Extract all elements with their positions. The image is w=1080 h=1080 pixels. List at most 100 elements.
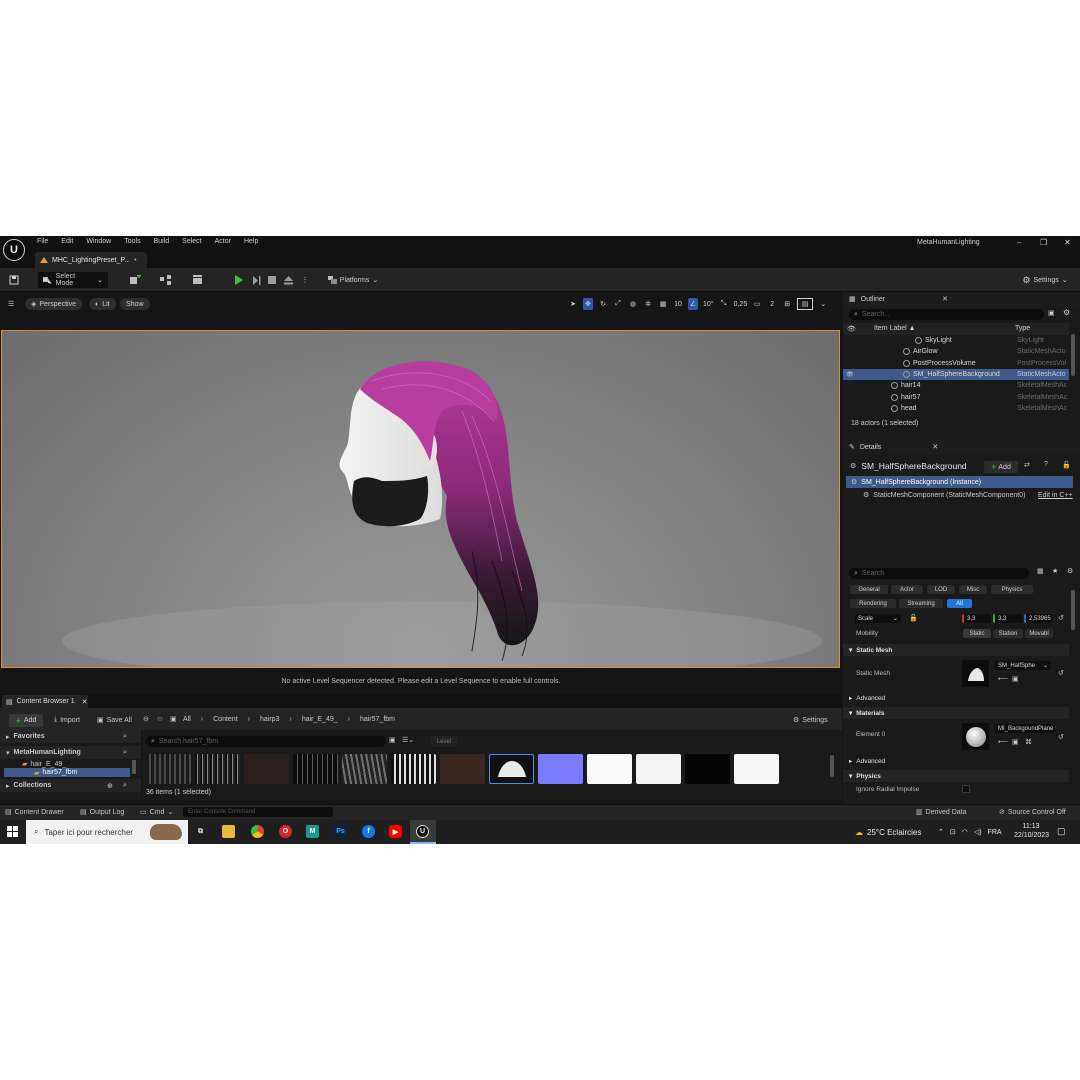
asset-thumbnail[interactable] xyxy=(391,754,436,784)
cinematics-icon[interactable] xyxy=(188,272,210,288)
photoshop-icon[interactable]: Ps xyxy=(334,825,347,838)
close-tab-icon[interactable]: ✕ xyxy=(932,443,938,451)
folder-icon[interactable]: ▣ xyxy=(170,715,177,723)
settings-dropdown[interactable]: ⚙ Settings ⌄ xyxy=(1018,272,1072,288)
menu-build[interactable]: Build xyxy=(154,238,170,245)
rotation-snap-value[interactable]: 10° xyxy=(703,298,714,310)
material-options-icon[interactable]: ⌘ xyxy=(1025,738,1032,746)
move-tool-icon[interactable]: ✥ xyxy=(583,298,593,310)
physics-section[interactable]: ▾ Physics xyxy=(843,770,1069,782)
mobility-static[interactable]: Static xyxy=(963,629,991,638)
search-icon[interactable]: ⌕ xyxy=(123,733,127,741)
filter-icon[interactable]: ☰⌄ xyxy=(402,736,414,744)
save-all-button[interactable]: ▣ Save All xyxy=(97,716,132,725)
tree-folder-hair57[interactable]: ▰ hair57_fbm xyxy=(4,768,130,777)
asset-thumbnail[interactable] xyxy=(342,754,387,784)
table-view-icon[interactable]: ▦ xyxy=(1037,567,1044,575)
details-scrollbar[interactable] xyxy=(1071,590,1075,630)
perspective-button[interactable]: ◈ Perspective xyxy=(25,298,82,310)
collections-header[interactable]: ▸ Collections ⊕ ⌕ xyxy=(0,779,141,792)
level-tab[interactable]: MHC_LightingPreset_P... • xyxy=(35,252,147,268)
grid-snap-icon[interactable]: ▦ xyxy=(658,298,668,310)
content-browser-tab[interactable]: ▤ Content Browser 1 ✕ xyxy=(2,695,88,708)
add-actor-icon[interactable] xyxy=(125,272,147,288)
lit-button[interactable]: ◐ Lit xyxy=(89,298,116,310)
level-viewport[interactable] xyxy=(1,330,840,668)
menu-select[interactable]: Select xyxy=(182,238,201,245)
outliner-row[interactable]: hair57 SkeletalMeshAc xyxy=(843,392,1069,403)
chevron-up-icon[interactable]: ⌃ xyxy=(938,828,944,836)
chevron-down-icon[interactable]: ⌄ xyxy=(818,298,828,310)
language-indicator[interactable]: FRA xyxy=(988,829,1002,836)
youtube-icon[interactable]: ▶ xyxy=(389,825,402,838)
unreal-engine-icon[interactable]: U xyxy=(416,825,429,838)
edit-cpp-link[interactable]: Edit in C++ xyxy=(1038,492,1073,499)
viewport-layout-icon[interactable]: ▤ xyxy=(797,298,814,310)
outliner-row[interactable]: 👁 SM_HalfSphereBackground StaticMeshActo xyxy=(843,368,1069,380)
play-options-icon[interactable]: ⋮ xyxy=(298,272,312,288)
opera-icon[interactable]: O xyxy=(279,825,292,838)
play-button[interactable] xyxy=(232,272,246,288)
asset-search-input[interactable]: ⌕ Search hair57_fbm xyxy=(146,736,386,747)
filter-all[interactable]: All xyxy=(947,599,972,608)
scale-dropdown[interactable]: Scale ⌄ xyxy=(855,614,901,623)
select-mode-dropdown[interactable]: Select Mode ⌄ xyxy=(38,272,108,288)
lock-icon[interactable]: 🔓 xyxy=(1062,461,1071,469)
camera-speed-value[interactable]: 2 xyxy=(767,298,777,310)
chrome-icon[interactable] xyxy=(251,825,264,838)
notifications-icon[interactable]: ▢ xyxy=(1057,826,1066,837)
browse-arrow-icon[interactable]: ⟵ xyxy=(998,738,1008,746)
scale-tool-icon[interactable]: ⤢ xyxy=(613,298,623,310)
component-row[interactable]: ⚙ StaticMeshComponent (StaticMeshCompone… xyxy=(863,491,1073,500)
output-log-button[interactable]: ▤ Output Log xyxy=(80,808,124,817)
menu-tools[interactable]: Tools xyxy=(124,238,140,245)
outliner-search-input[interactable]: ⌕ Search... xyxy=(849,309,1044,320)
stop-button[interactable] xyxy=(265,272,279,288)
material-thumbnail[interactable] xyxy=(962,723,989,750)
minimize-icon[interactable]: – xyxy=(1017,238,1021,247)
scale-y-input[interactable]: 3,3 xyxy=(993,614,1022,623)
task-view-icon[interactable]: ⧉ xyxy=(194,825,207,838)
search-icon[interactable]: ⌕ xyxy=(123,749,127,757)
browse-folder-icon[interactable]: ▣ xyxy=(1012,675,1019,683)
cb-settings-button[interactable]: ⚙ Settings xyxy=(793,716,828,725)
windows-start-icon[interactable] xyxy=(7,826,18,839)
reset-icon[interactable]: ↺ xyxy=(1058,614,1064,622)
outliner-row[interactable]: AirGlow StaticMeshActo xyxy=(843,346,1069,357)
asset-thumbnail[interactable] xyxy=(636,754,681,784)
asset-thumbnail[interactable] xyxy=(587,754,632,784)
close-icon[interactable]: ✕ xyxy=(1064,238,1071,247)
static-mesh-thumbnail[interactable] xyxy=(962,660,989,687)
filter-misc[interactable]: Misc xyxy=(959,585,987,594)
asset-scrollbar[interactable] xyxy=(830,755,834,777)
network-icon[interactable]: ⊡ xyxy=(950,828,956,836)
lock-scale-icon[interactable]: 🔓 xyxy=(909,614,918,622)
import-button[interactable]: ⤓ Import xyxy=(54,716,80,724)
menu-file[interactable]: File xyxy=(37,238,48,245)
taskbar-search-input[interactable]: ⌕ Taper ici pour rechercher xyxy=(26,820,188,844)
layout-icon[interactable]: ⊞ xyxy=(782,298,792,310)
item-label-column[interactable]: Item Label ▲ xyxy=(874,325,916,332)
clock[interactable]: 11:13 22/10/2023 xyxy=(1014,823,1049,839)
advanced-toggle-materials[interactable]: ▸ Advanced xyxy=(843,755,1069,767)
mobility-movable[interactable]: Movabl xyxy=(1025,629,1053,638)
back-icon[interactable]: ⊖ xyxy=(143,715,149,723)
surface-snap-icon[interactable]: ✲ xyxy=(643,298,653,310)
outliner-row[interactable]: PostProcessVolume PostProcessVol xyxy=(843,358,1069,369)
help-icon[interactable]: ? xyxy=(1044,461,1048,468)
breadcrumb-hairp3[interactable]: hairp3 xyxy=(260,716,279,723)
add-button[interactable]: + Add xyxy=(9,714,43,727)
eject-icon[interactable] xyxy=(281,272,295,288)
browse-arrow-icon[interactable]: ⟵ xyxy=(998,675,1008,683)
unreal-logo-icon[interactable]: U xyxy=(3,239,25,261)
asset-thumbnail[interactable] xyxy=(146,754,191,784)
maximize-icon[interactable]: ❐ xyxy=(1040,238,1047,247)
blueprint-convert-icon[interactable]: ⇄ xyxy=(1024,461,1030,469)
advance-frame-icon[interactable] xyxy=(249,272,263,288)
type-column[interactable]: Type xyxy=(1015,325,1030,332)
rotate-tool-icon[interactable]: ↻ xyxy=(598,298,608,310)
save-search-icon[interactable]: ▣ xyxy=(389,736,396,744)
level-filter-chip[interactable]: Level xyxy=(431,736,457,747)
scale-z-input[interactable]: 2,53965 xyxy=(1024,614,1053,623)
asset-thumbnail[interactable] xyxy=(685,754,730,784)
